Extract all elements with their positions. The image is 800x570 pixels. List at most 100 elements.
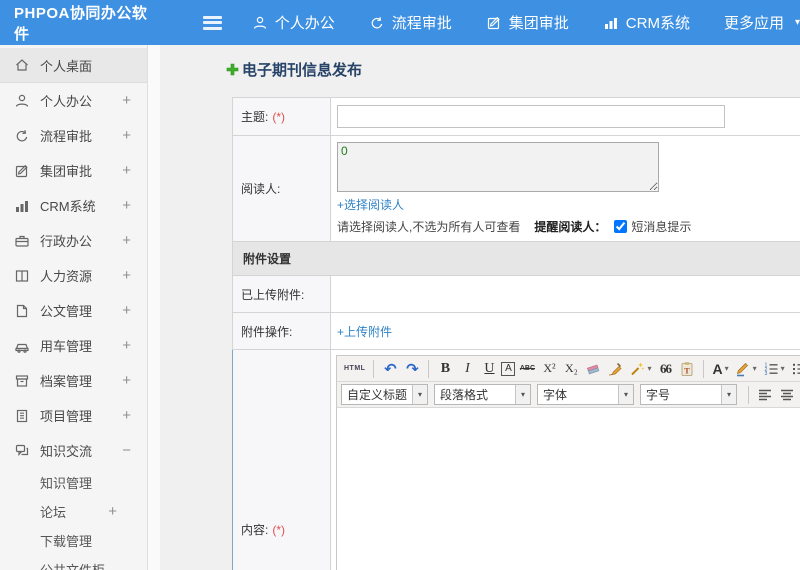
expand-icon[interactable]: + bbox=[122, 407, 131, 424]
attachment-section-header: 附件设置 bbox=[232, 242, 800, 276]
expand-icon[interactable]: + bbox=[108, 503, 117, 520]
app-logo[interactable]: PHPOA协同办公软件 bbox=[0, 2, 167, 44]
remove-format-button[interactable] bbox=[583, 359, 603, 379]
sidebar-item-group-approval[interactable]: 集团审批 + bbox=[0, 153, 147, 188]
sms-notify-checkbox[interactable] bbox=[614, 220, 628, 233]
editor-toolbar-row1: HTML ↶ ↷ B I U A ABC X² X₂ ▾ 66 T A ▾ ▾ 1 2 3 ▾ bbox=[337, 356, 800, 382]
sidebar-item-vehicle-mgmt[interactable]: 用车管理 + bbox=[0, 328, 147, 363]
select-value: 段落格式 bbox=[440, 388, 489, 402]
custom-heading-select[interactable]: 自定义标题 ▾ bbox=[341, 384, 428, 405]
italic-button[interactable]: I bbox=[457, 359, 477, 379]
sidebar-item-label: CRM系统 bbox=[40, 199, 96, 214]
expand-icon[interactable]: + bbox=[122, 302, 131, 319]
sidebar-item-document-mgmt[interactable]: 公文管理 + bbox=[0, 293, 147, 328]
required-mark: (*) bbox=[272, 109, 286, 124]
readers-input[interactable]: 0 bbox=[337, 142, 659, 192]
sidebar-item-label: 项目管理 bbox=[40, 409, 93, 424]
format-brush-button[interactable] bbox=[605, 359, 625, 379]
text-style-button[interactable]: A bbox=[501, 361, 516, 376]
remind-readers-label: 提醒阅读人： bbox=[534, 220, 607, 234]
chevron-down-icon[interactable]: ▾ bbox=[515, 385, 530, 404]
attachment-ops-row: 附件操作: +上传附件 bbox=[232, 313, 800, 350]
sidebar-item-project-mgmt[interactable]: 项目管理 + bbox=[0, 398, 147, 433]
collapse-icon[interactable]: − bbox=[122, 442, 131, 459]
sidebar-item-label: 下载管理 bbox=[40, 534, 93, 549]
nav-workflow-approval[interactable]: 流程审批 bbox=[369, 12, 452, 33]
chevron-down-icon[interactable]: ▾ bbox=[412, 385, 427, 404]
sidebar-item-archive-mgmt[interactable]: 档案管理 + bbox=[0, 363, 147, 398]
select-value: 字号 bbox=[646, 388, 671, 402]
ordered-list-button[interactable]: 1 2 3 ▾ bbox=[761, 359, 787, 379]
sidebar-item-hr[interactable]: 人力资源 + bbox=[0, 258, 147, 293]
expand-icon[interactable]: + bbox=[122, 267, 131, 284]
upload-attachment-link[interactable]: +上传附件 bbox=[337, 323, 392, 340]
subject-label: 主题: (*) bbox=[233, 98, 331, 135]
redo-button[interactable]: ↷ bbox=[402, 359, 422, 379]
highlighter-icon bbox=[735, 361, 751, 377]
expand-icon[interactable]: + bbox=[122, 337, 131, 354]
rich-text-editor: HTML ↶ ↷ B I U A ABC X² X₂ ▾ 66 T A ▾ ▾ 1 2 3 ▾ 自定义标题 ▾ 段落格式 ▾… bbox=[336, 355, 800, 570]
nav-item-label: 集团审批 bbox=[508, 15, 569, 32]
subject-input[interactable] bbox=[337, 105, 725, 128]
nav-group-approval[interactable]: 集团审批 bbox=[486, 12, 569, 33]
nav-crm-system[interactable]: CRM系统 bbox=[603, 12, 690, 33]
font-color-button[interactable]: A ▾ bbox=[710, 359, 730, 379]
source-code-button[interactable]: HTML bbox=[342, 359, 367, 379]
editor-content-area[interactable] bbox=[337, 408, 800, 570]
blockquote-button[interactable]: 66 bbox=[655, 359, 675, 379]
toolbar-separator bbox=[703, 359, 705, 378]
expand-icon[interactable]: + bbox=[122, 197, 131, 214]
page-title: 电子期刊信息发布 bbox=[242, 61, 363, 79]
expand-icon[interactable]: + bbox=[122, 162, 131, 179]
highlight-color-button[interactable]: ▾ bbox=[733, 359, 759, 379]
paste-text-button[interactable]: T bbox=[677, 359, 697, 379]
nav-personal-office[interactable]: 个人办公 bbox=[252, 12, 335, 33]
quick-format-button[interactable]: ▾ bbox=[627, 359, 653, 379]
chevron-down-icon[interactable]: ▾ bbox=[721, 385, 736, 404]
sidebar-item-crm-system[interactable]: CRM系统 + bbox=[0, 188, 147, 223]
sidebar-item-knowledge-mgmt[interactable]: 知识管理 bbox=[0, 468, 147, 497]
chevron-down-icon[interactable]: ▾ bbox=[647, 364, 651, 373]
chart-icon bbox=[603, 15, 619, 31]
sidebar-item-knowledge-exchange[interactable]: 知识交流 − bbox=[0, 433, 147, 468]
paragraph-format-select[interactable]: 段落格式 ▾ bbox=[434, 384, 531, 405]
select-readers-link[interactable]: +选择阅读人 bbox=[337, 196, 404, 213]
sidebar-item-label: 公共文件柜 bbox=[40, 560, 105, 570]
required-mark: (*) bbox=[272, 522, 286, 537]
uploaded-attachments-value bbox=[331, 276, 800, 312]
expand-icon[interactable]: + bbox=[122, 232, 131, 249]
sms-notify-label: 短消息提示 bbox=[631, 220, 692, 234]
edit-icon bbox=[486, 15, 502, 31]
underline-button[interactable]: U bbox=[479, 359, 499, 379]
sidebar-item-label: 人力资源 bbox=[40, 269, 93, 284]
align-left-button[interactable] bbox=[755, 385, 775, 405]
sidebar-item-personal-office[interactable]: 个人办公 + bbox=[0, 83, 147, 118]
unordered-list-button[interactable] bbox=[789, 359, 800, 379]
sidebar-item-admin-office[interactable]: 行政办公 + bbox=[0, 223, 147, 258]
bold-button[interactable]: B bbox=[435, 359, 455, 379]
strikethrough-button[interactable]: ABC bbox=[517, 359, 537, 379]
subscript-button[interactable]: X₂ bbox=[561, 359, 581, 379]
sidebar-item-download-mgmt[interactable]: 下载管理 bbox=[0, 526, 147, 555]
chevron-down-icon[interactable]: ▾ bbox=[618, 385, 633, 404]
chevron-down-icon[interactable]: ▾ bbox=[781, 364, 785, 373]
font-family-select[interactable]: 字体 ▾ bbox=[537, 384, 634, 405]
font-size-select[interactable]: 字号 ▾ bbox=[640, 384, 737, 405]
expand-icon[interactable]: + bbox=[122, 372, 131, 389]
sidebar-item-workflow-approval[interactable]: 流程审批 + bbox=[0, 118, 147, 153]
chevron-down-icon[interactable]: ▾ bbox=[725, 364, 729, 373]
hamburger-icon[interactable] bbox=[203, 15, 222, 30]
nav-more-apps[interactable]: 更多应用 ▾ bbox=[724, 12, 800, 33]
expand-icon[interactable]: + bbox=[122, 127, 131, 144]
sidebar-item-forum[interactable]: 论坛 + bbox=[0, 497, 147, 526]
chevron-down-icon[interactable]: ▾ bbox=[753, 364, 757, 373]
doc-icon bbox=[14, 303, 30, 319]
sidebar-item-personal-desktop[interactable]: 个人桌面 bbox=[0, 48, 147, 83]
app-window: PHPOA协同办公软件 个人办公 流程审批 集团审批 CRM系统 更多应用 ▾ 个人桌面个… bbox=[0, 0, 800, 570]
expand-icon[interactable]: + bbox=[122, 92, 131, 109]
sidebar-item-public-file-cabinet[interactable]: 公共文件柜 bbox=[0, 555, 147, 570]
superscript-button[interactable]: X² bbox=[539, 359, 559, 379]
sidebar-item-label: 档案管理 bbox=[40, 374, 93, 389]
align-center-button[interactable] bbox=[777, 385, 797, 405]
undo-button[interactable]: ↶ bbox=[380, 359, 400, 379]
